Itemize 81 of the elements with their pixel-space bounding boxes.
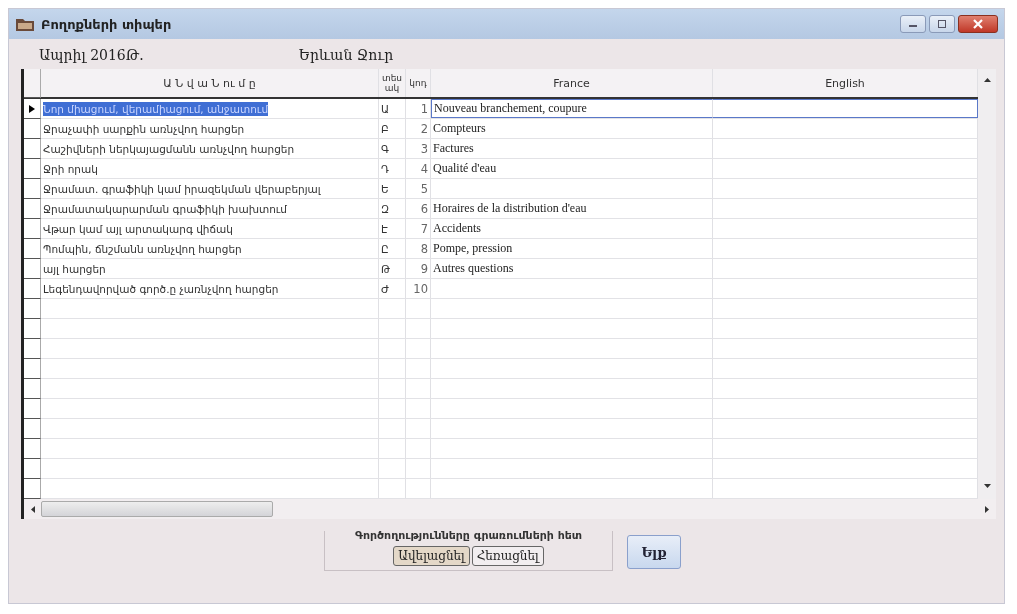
row-selector[interactable] [24, 399, 41, 419]
table-cell[interactable]: Compteurs [433, 121, 486, 136]
row-selector[interactable] [24, 339, 41, 359]
row-selector[interactable] [24, 259, 41, 279]
table-cell[interactable]: 8 [406, 239, 431, 258]
table-cell[interactable]: 5 [406, 179, 431, 198]
exit-button[interactable]: Ելք [627, 535, 682, 569]
header-corner [24, 69, 41, 98]
company-label: Երևան Ջուր [298, 47, 394, 63]
table-cell[interactable]: 9 [406, 259, 431, 278]
action-button[interactable]: Հեռացնել [471, 546, 544, 566]
row-selector[interactable] [24, 299, 41, 319]
table-cell[interactable]: 7 [406, 219, 431, 238]
table-cell[interactable]: Բ [379, 119, 406, 138]
close-icon [972, 19, 984, 29]
row-selector[interactable] [24, 379, 41, 399]
table-cell[interactable]: 4 [406, 159, 431, 178]
row-selector[interactable] [24, 359, 41, 379]
row-selector[interactable] [24, 239, 41, 259]
table-cell[interactable]: Զ [379, 199, 406, 218]
window-title: Բողոքների տիպեր [41, 16, 172, 32]
horizontal-scrollbar[interactable] [21, 499, 996, 519]
row-selector[interactable] [24, 459, 41, 479]
row-selector[interactable] [24, 139, 41, 159]
table-cell[interactable]: Qualité d'eau [433, 161, 497, 176]
close-button[interactable] [958, 15, 998, 33]
table-cell[interactable]: 3 [406, 139, 431, 158]
row-selector[interactable] [24, 199, 41, 219]
row-selector[interactable] [24, 99, 41, 119]
table-cell[interactable]: Հաշիվների ներկայացմանն առնչվող հարցեր [43, 142, 295, 155]
table-cell[interactable]: այլ հարցեր [43, 262, 106, 275]
right-arrow-icon [985, 505, 990, 513]
column-header[interactable]: France [431, 69, 713, 97]
table-cell[interactable]: Գ [379, 139, 406, 158]
table-cell[interactable]: 1 [406, 99, 431, 118]
current-cell-frame[interactable] [713, 99, 978, 118]
row-selector[interactable] [24, 219, 41, 239]
row-selector[interactable] [24, 419, 41, 439]
table-cell[interactable]: 6 [406, 199, 431, 218]
table-cell[interactable]: Ը [379, 239, 406, 258]
column-header[interactable]: տես ակ [379, 69, 406, 97]
vertical-scrollbar[interactable] [978, 69, 996, 499]
table-cell[interactable]: Pompe, pression [433, 241, 513, 256]
table-cell[interactable]: Ե [379, 179, 406, 198]
maximize-button[interactable] [929, 15, 955, 33]
period-label: Ապրիլ 2016Թ. [39, 47, 144, 63]
action-button[interactable]: Ավելացնել [393, 546, 470, 566]
table-cell[interactable]: Ժ [379, 279, 406, 298]
table-cell[interactable]: Ա [379, 99, 406, 118]
table-cell[interactable]: Լեգենդավորված գործ.ը չառնչվող հարցեր [43, 282, 279, 295]
row-selector[interactable] [24, 439, 41, 459]
table-cell[interactable]: Factures [433, 141, 474, 156]
table-cell[interactable]: Accidents [433, 221, 481, 236]
scroll-thumb[interactable] [41, 501, 273, 517]
down-arrow-icon [983, 484, 991, 489]
table-cell[interactable]: Թ [379, 259, 406, 278]
table-cell[interactable]: Horaires de la distribution d'eau [433, 201, 587, 216]
maximize-icon [937, 20, 947, 28]
table-cell[interactable]: Ջրամատ. գրաֆիկի կամ իրազեկման վերաբերյալ [43, 182, 321, 195]
table-cell[interactable]: Ջրաչափի սարքին առնչվող հարցեր [43, 122, 245, 135]
table-cell[interactable]: 10 [406, 279, 431, 298]
row-selector[interactable] [24, 179, 41, 199]
table-cell[interactable]: Վթար կամ այլ արտակարգ վիճակ [43, 222, 233, 235]
row-selector[interactable] [24, 119, 41, 139]
minimize-button[interactable] [900, 15, 926, 33]
row-selector[interactable] [24, 159, 41, 179]
table-cell[interactable]: Պոմպին, ճնշմանն առնչվող հարցեր [43, 242, 242, 255]
table-cell[interactable]: Autres questions [433, 261, 514, 276]
table-cell[interactable]: Է [379, 219, 406, 238]
table-cell[interactable]: Ջրամատակարարման գրաֆիկի խախտում [43, 202, 288, 215]
group-title: Գործողությունները գրառումների հետ [354, 529, 583, 542]
table-cell[interactable]: Դ [379, 159, 406, 178]
row-selector[interactable] [24, 279, 41, 299]
table-cell[interactable]: 2 [406, 119, 431, 138]
up-arrow-icon [983, 77, 991, 82]
left-arrow-icon [30, 505, 35, 513]
folder-icon [15, 16, 35, 32]
column-header[interactable]: կոդ [406, 69, 431, 97]
table-cell[interactable]: Ջրի որակ [43, 162, 98, 175]
row-selector[interactable] [24, 319, 41, 339]
column-header[interactable]: Ա Ն վ ա Ն ու մ ը [41, 69, 379, 97]
